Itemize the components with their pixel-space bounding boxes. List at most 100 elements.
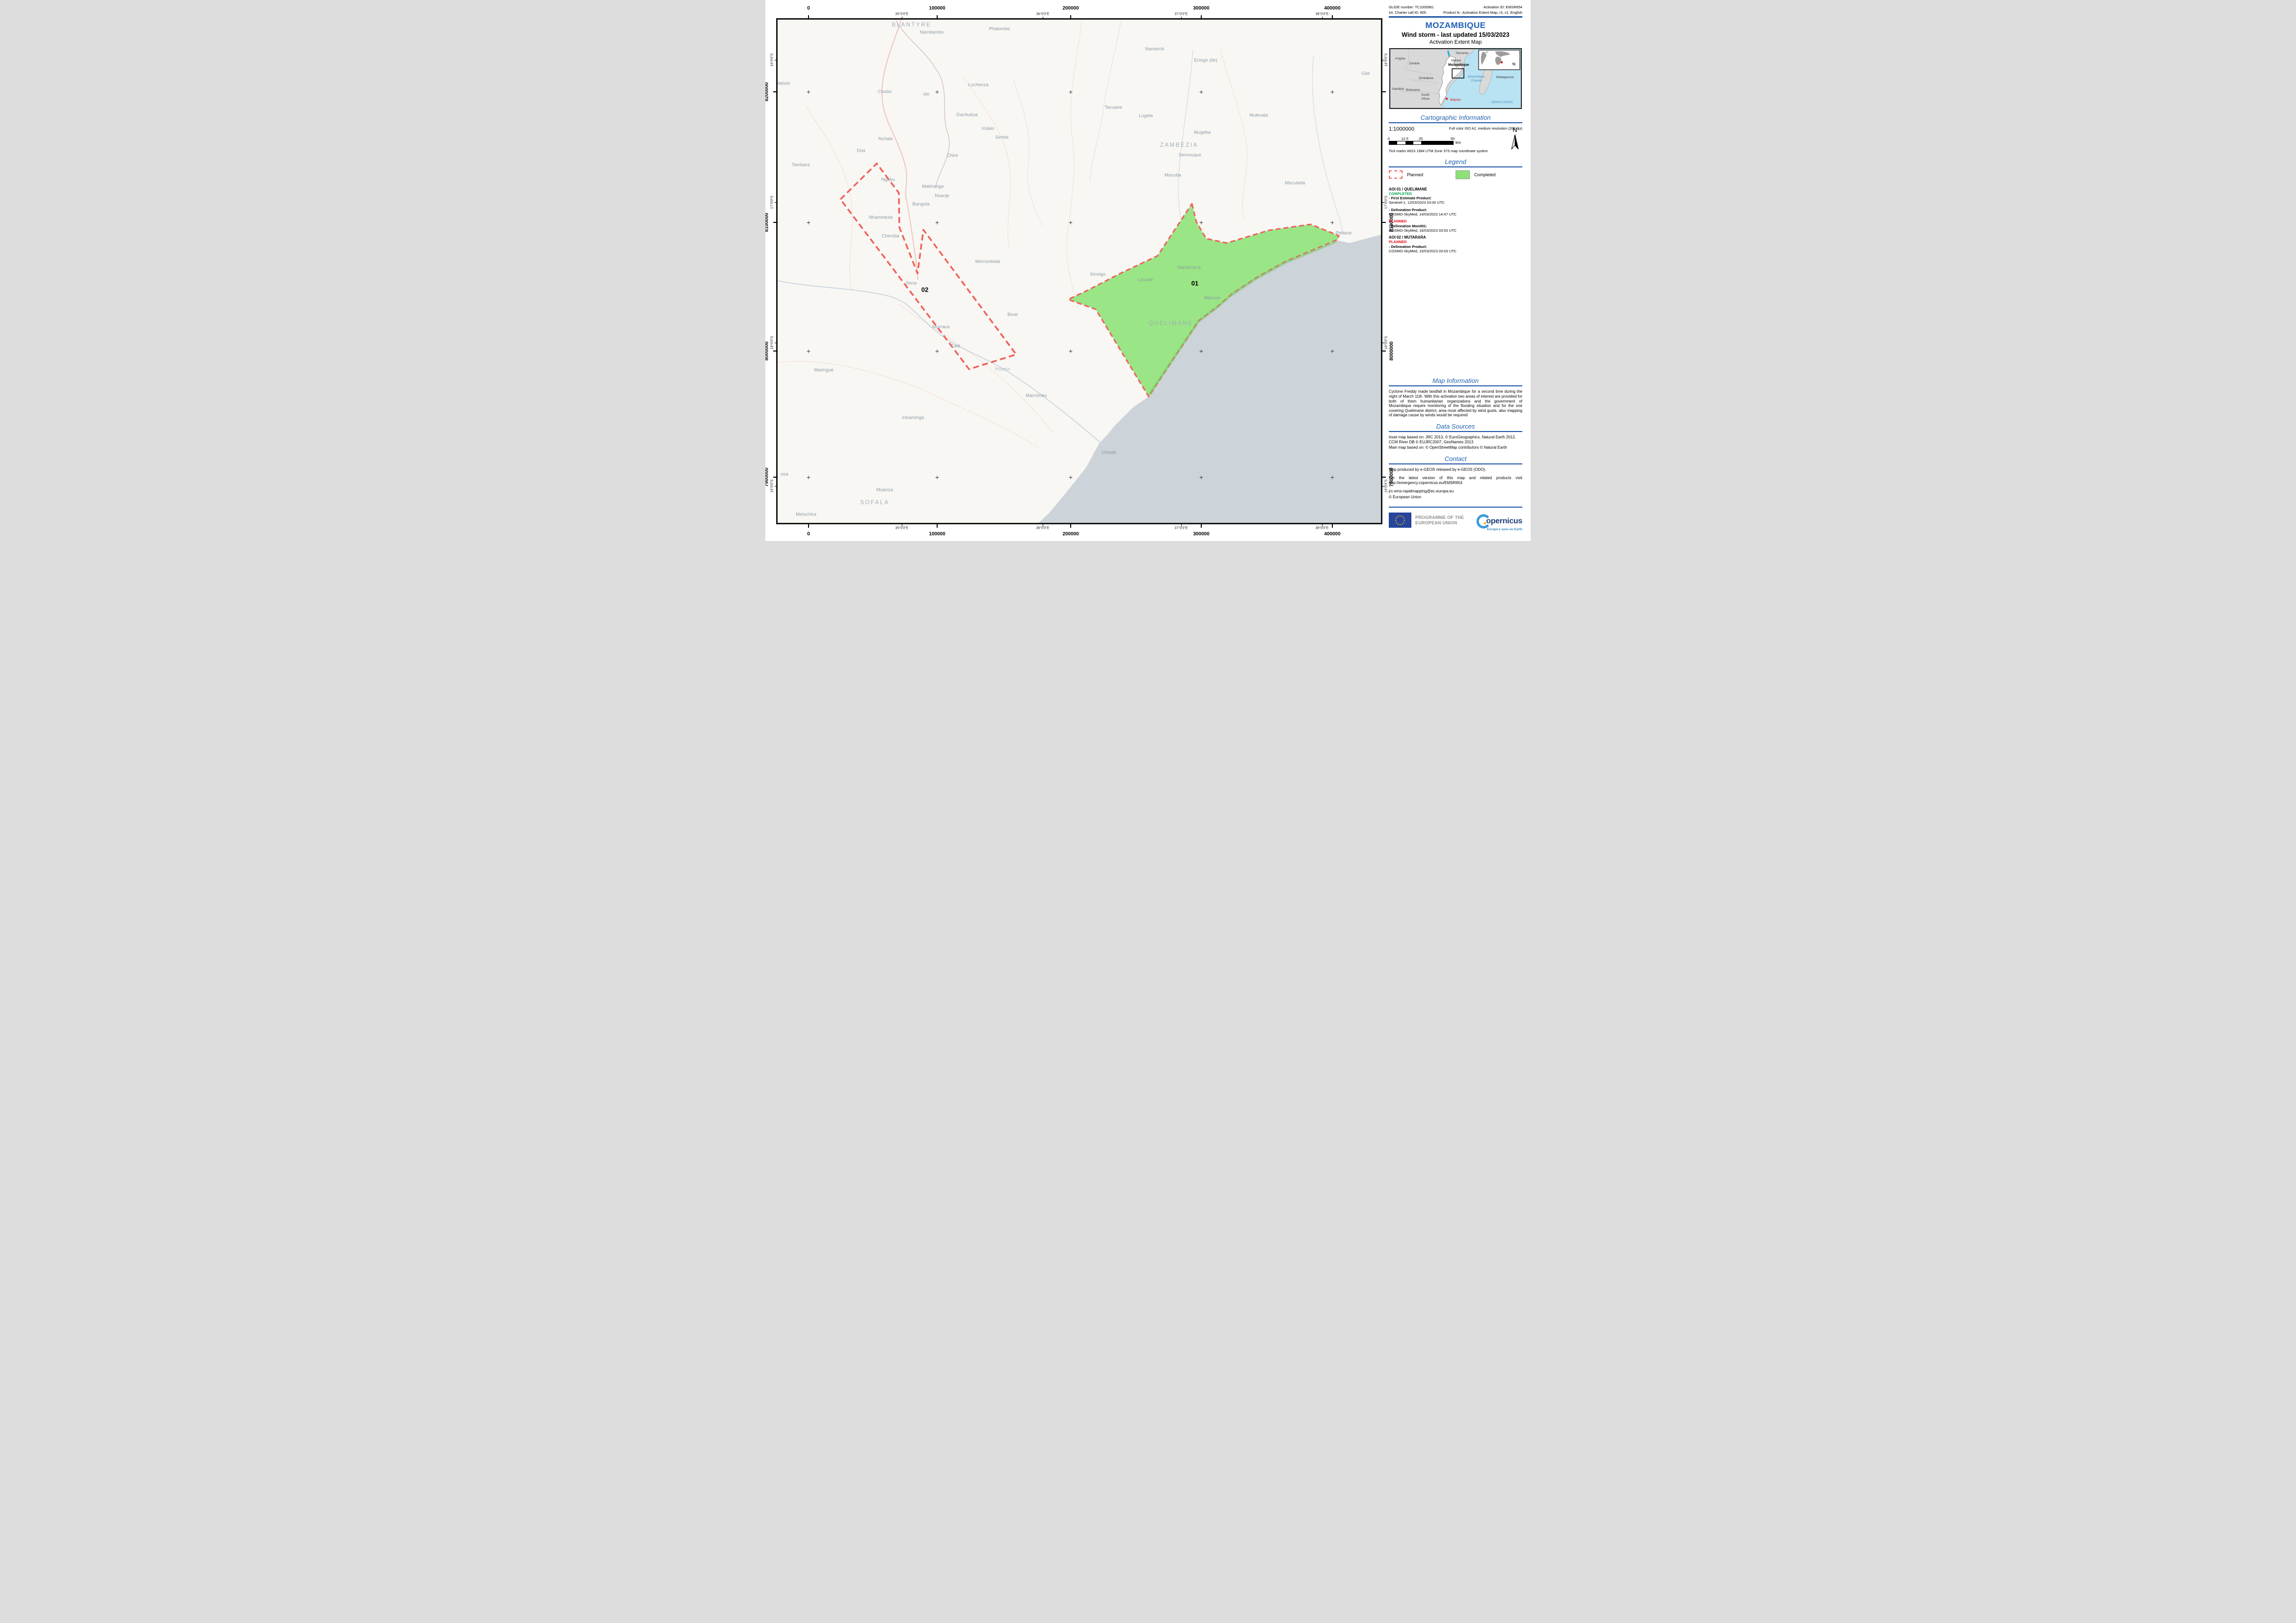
aoi-detail-line: AOI 01 / QUELIMANE	[1389, 187, 1477, 191]
aoi-detail-line: - Delineation Product:	[1389, 208, 1477, 212]
place-label: Nchalo	[878, 136, 893, 142]
copernicus-block: opernicus Europe's eyes on Earth	[1475, 514, 1522, 531]
place-label: QUELIMANE	[1149, 321, 1193, 326]
grid-cross: +	[1069, 218, 1073, 226]
data-source-line: Main map based on: © OpenStreetMap contr…	[1389, 445, 1522, 450]
place-label: Mocuba	[1164, 173, 1181, 178]
legend-heading: Legend	[1389, 158, 1522, 167]
grid-cross: +	[935, 347, 939, 355]
grid-cross: +	[935, 473, 939, 481]
grid-cross: +	[807, 473, 810, 481]
planned-swatch-icon	[1389, 170, 1403, 179]
map-information-text: Cyclone Freddy made landfall in Mozambiq…	[1389, 389, 1522, 418]
place-label: Morrumbala	[975, 259, 1000, 265]
place-label: Mulevala	[1249, 113, 1268, 118]
place-label: Nhamedula	[869, 215, 893, 220]
info-panel: GLIDE number: TC1000961 Activation ID: E…	[1389, 5, 1522, 531]
axis-label-degree: 37°0'0"E	[1175, 13, 1188, 16]
eu-caption-line2: EUROPEAN UNION	[1415, 520, 1464, 526]
place-label: Simógo	[1090, 272, 1106, 277]
grid-cross: +	[807, 347, 810, 355]
map-canvas: BLANTYRENamitamboPhalombebulatsisiChoboo…	[778, 20, 1381, 523]
data-sources-heading: Data Sources	[1389, 423, 1522, 432]
place-label: Namarrói	[1145, 47, 1164, 52]
place-label: Luchenza	[968, 82, 988, 88]
page-title: MOZAMBIQUE	[1389, 21, 1522, 30]
place-label: Chire	[947, 153, 958, 159]
axis-label-degree: 19°0'0"S	[771, 480, 774, 493]
eu-programme-block: ★★★ ★★★ ★★★ ★★★ PROGRAMME OF THE EUROPEA…	[1389, 513, 1464, 528]
place-label: Makhanga	[922, 184, 944, 189]
contact-line: jrc-ems-rapidmapping@ec.europa.eu	[1389, 489, 1522, 494]
place-label: Dachudua	[956, 112, 977, 118]
scale-bar-label: 50	[1451, 136, 1455, 141]
aoi-number-label: 02	[921, 286, 928, 294]
planned-label: Planned	[1407, 172, 1423, 177]
aoi-detail-line: PLANNED	[1389, 240, 1477, 244]
cartographic-heading: Cartographic Information	[1389, 114, 1522, 123]
north-arrow: N	[1510, 127, 1520, 152]
grid-cross: +	[807, 218, 810, 226]
place-label: Semouque	[1179, 153, 1201, 158]
aoi-detail-line: AOI 02 / MUTARARA	[1389, 235, 1477, 240]
place-label: Namacurra	[1178, 265, 1201, 270]
place-label: Lugela	[1139, 113, 1153, 119]
title-block: MOZAMBIQUE Wind storm - last updated 15/…	[1389, 21, 1522, 45]
legend-item-completed: Completed	[1456, 170, 1522, 179]
place-label: Simbe	[996, 135, 1009, 140]
place-label: osa	[781, 472, 788, 477]
place-label: Mugeba	[1194, 130, 1211, 135]
grid-cross: +	[1199, 88, 1203, 96]
data-sources-text: Inset map based on: JRC 2013, © EuroGeog…	[1389, 435, 1522, 450]
grid-cross: +	[1330, 347, 1334, 355]
header-rule	[1389, 16, 1522, 18]
legend-items: Planned Completed	[1389, 170, 1522, 179]
inset-label: Mozambique	[1448, 63, 1469, 67]
inset-label: Channel	[1471, 80, 1482, 82]
aoi-detail-line: - Delineation Product:	[1389, 244, 1477, 249]
meta-row-2: Int. Charter call ID: 805 Product N.: Ac…	[1389, 10, 1522, 16]
footer-rule	[1389, 507, 1522, 508]
eu-flag-icon: ★★★ ★★★ ★★★ ★★★	[1389, 513, 1411, 528]
place-label: BLANTYRE	[892, 22, 932, 28]
world-location-dot	[1501, 61, 1503, 63]
panel-spacer	[1389, 253, 1522, 372]
place-label: olo	[923, 92, 930, 97]
charter-call-id: Int. Charter call ID: 805	[1389, 10, 1426, 16]
place-label: Bangula	[913, 202, 930, 207]
scale-bar-label: 25	[1419, 136, 1423, 141]
axis-label-utm: 200000	[1062, 6, 1079, 11]
tick-marks-note: Tick marks WGS 1984 UTM Zone 37S map coo…	[1389, 149, 1522, 153]
scale-bar: 012.52550 km	[1389, 136, 1472, 145]
grid-cross: +	[1330, 218, 1334, 226]
grid-cross: +	[1199, 347, 1203, 355]
inset-label: Tanzania	[1456, 52, 1468, 55]
aoi-detail-line: COMPLETED	[1389, 191, 1477, 196]
axis-label-utm: 100000	[929, 6, 945, 11]
grid-cross: +	[1069, 473, 1073, 481]
axis-label-utm: 400000	[1324, 6, 1340, 11]
product-name: Product N.: Activation Extent Map, r3, v…	[1443, 10, 1522, 16]
aoi-detail-line: COSMO-SkyMed, 16/03/2023 03:53 UTC	[1389, 228, 1477, 233]
event-subtitle: Wind storm - last updated 15/03/2023	[1389, 31, 1522, 38]
inset-label: Madagascar	[1496, 76, 1514, 79]
place-label: Maringuè	[814, 368, 834, 373]
place-label: Nsanje	[935, 193, 949, 199]
legend-item-planned: Planned	[1389, 170, 1456, 179]
axis-label-utm: 7900000	[765, 468, 770, 487]
axis-label-degree: 16°0'0"S	[771, 54, 774, 67]
aoi-detail-line: - Delineation Monit01:	[1389, 224, 1477, 228]
inset-label: Maputo	[1450, 98, 1461, 102]
axis-label-degree: 36°0'0"E	[1036, 527, 1050, 530]
place-label: Chobo	[878, 89, 891, 95]
cartographic-section: 1:1000000 Full color ISO A2, medium reso…	[1389, 126, 1522, 153]
map-labels-layer: BLANTYRENamitamboPhalombebulatsisiChoboo…	[778, 20, 1381, 523]
contact-line: Map produced by e-GEOS released by e-GEO…	[1389, 467, 1522, 472]
axis-label-utm: 8100000	[765, 213, 770, 232]
scale-bar-unit: km	[1456, 140, 1461, 145]
aoi-detail-line: Sentinel-1, 12/03/2023 03:00 UTC	[1389, 200, 1477, 205]
place-label: Namitambo	[920, 30, 944, 35]
inset-locator-map: AngolaZambiaTanzaniaMalawiMozambiqueZimb…	[1389, 48, 1522, 109]
data-source-line: Inset map based on: JRC 2013, © EuroGeog…	[1389, 435, 1522, 444]
place-label: Mocubela	[1285, 181, 1305, 186]
